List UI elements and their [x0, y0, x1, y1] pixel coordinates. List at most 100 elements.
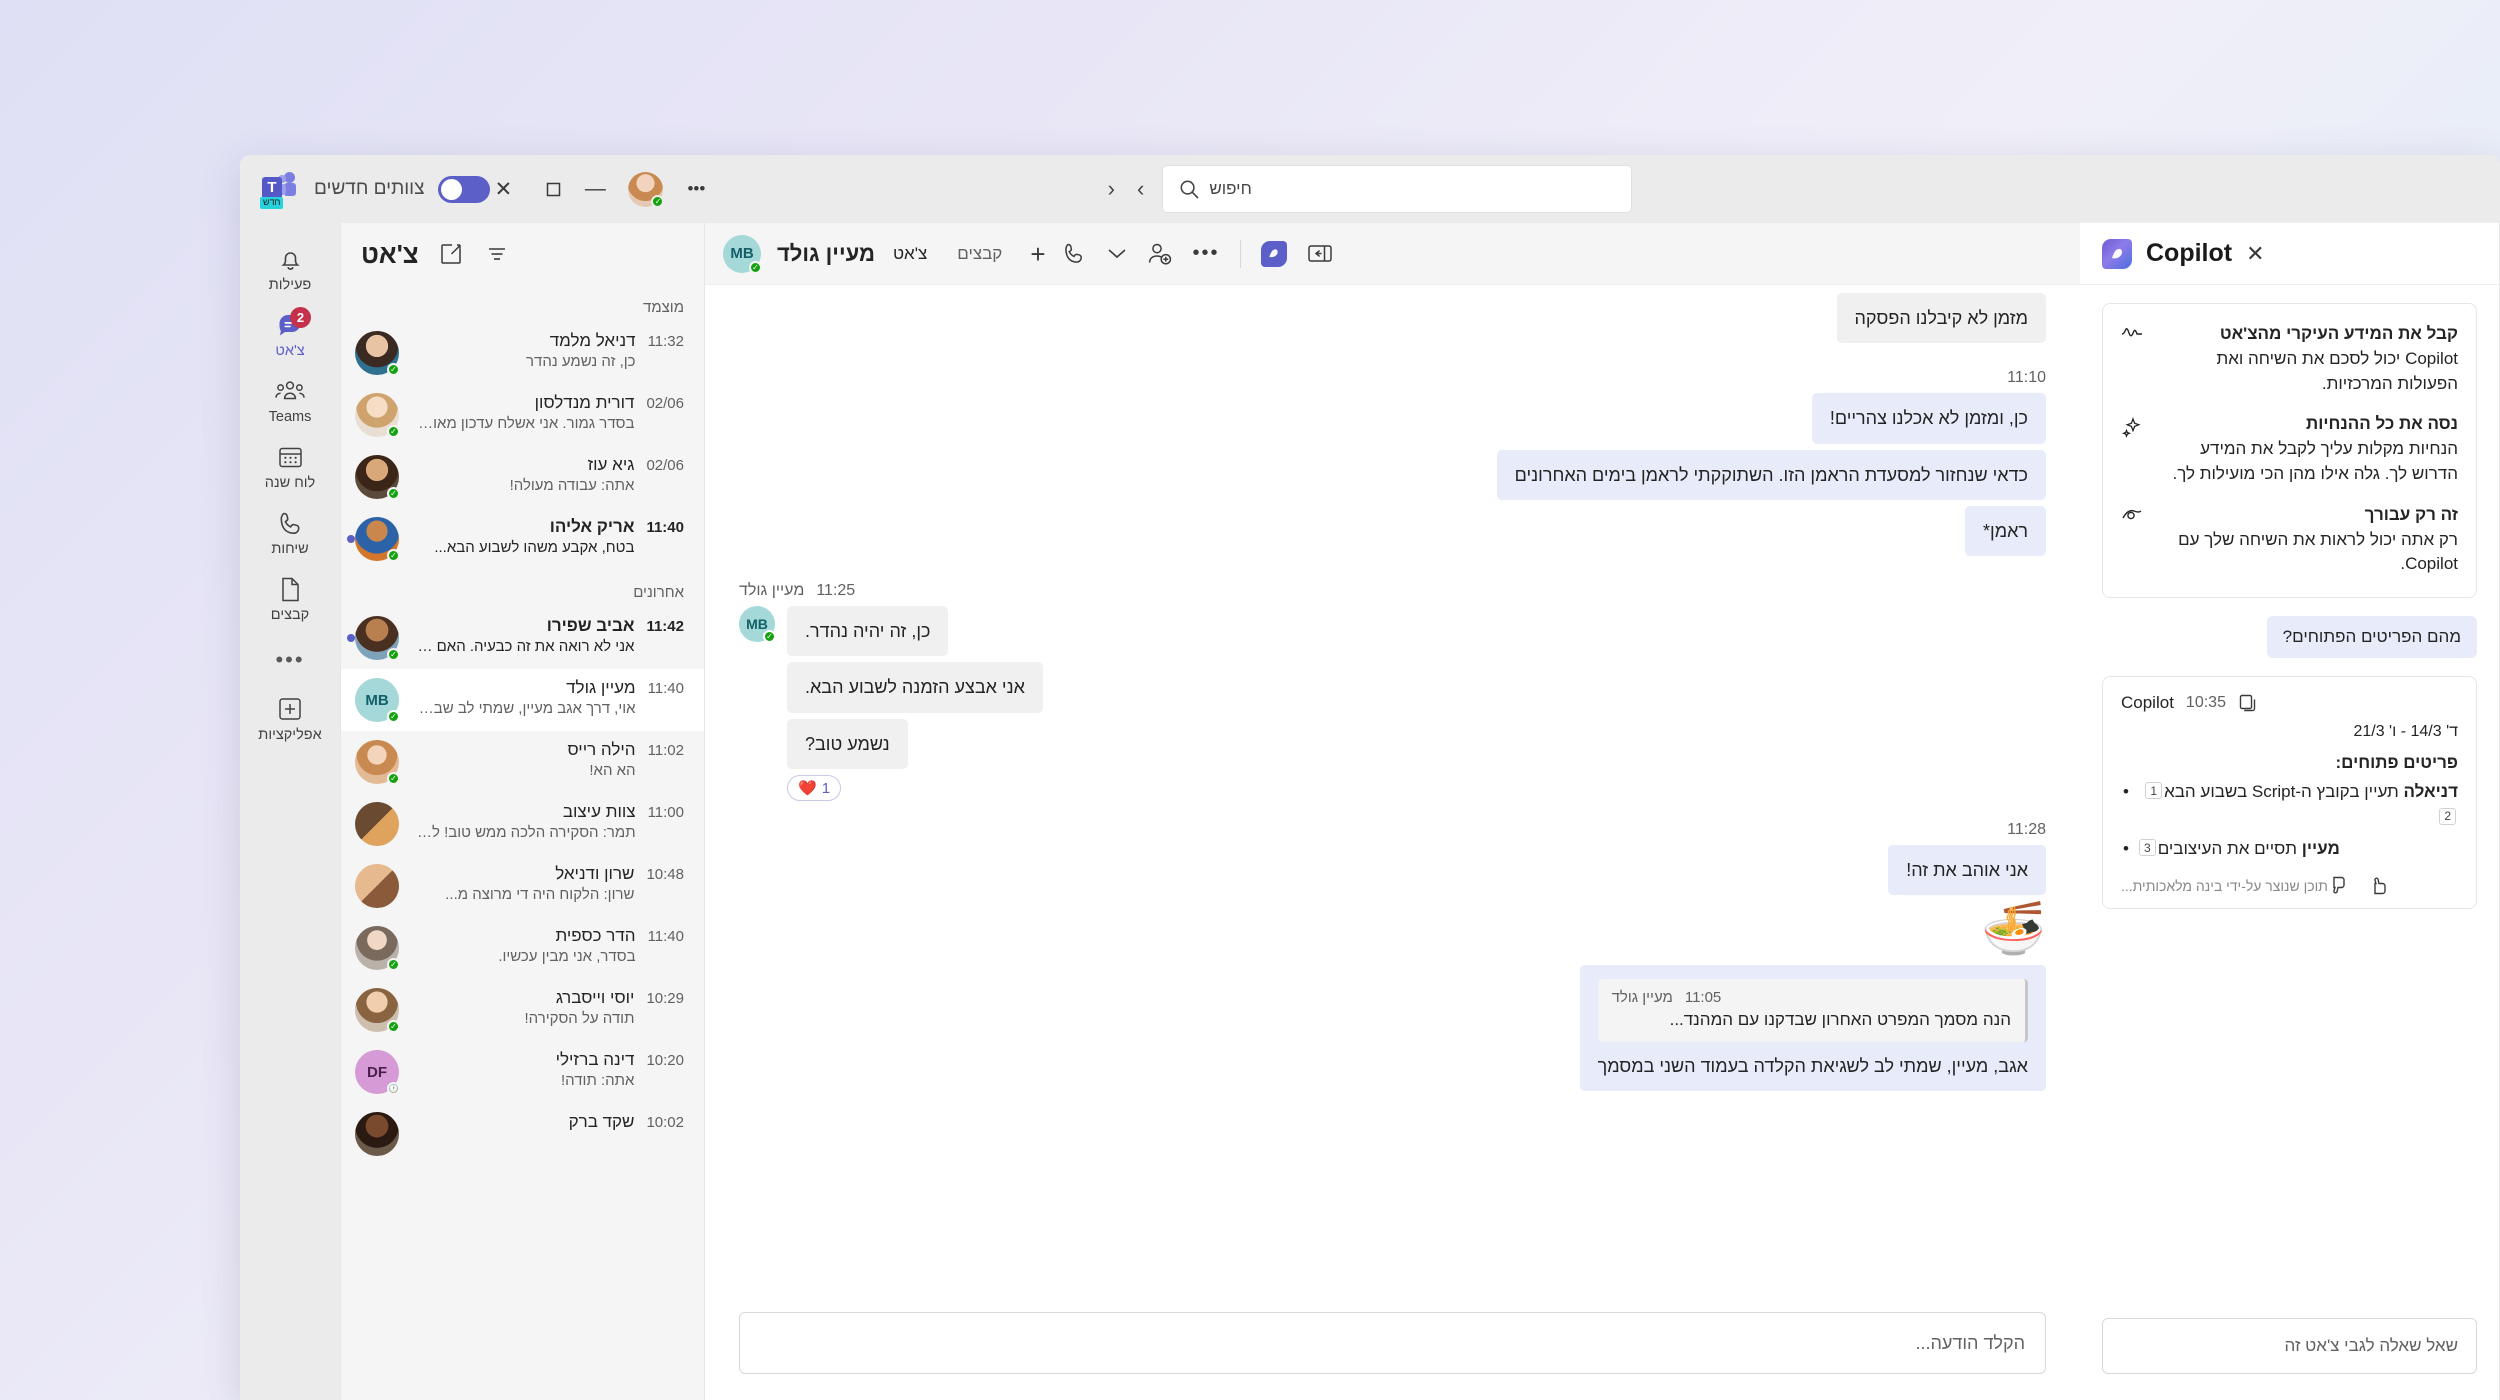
sidebar-label: פעילות [268, 277, 312, 293]
chat-list-item[interactable]: שקד ברק 10:02 [341, 1103, 704, 1165]
chat-list-item[interactable]: ✓ אריק אליהו בטח, אקבע משהו לשבוע הבא...… [341, 508, 704, 570]
tab-files[interactable]: קבצים [955, 240, 1004, 268]
chat-list-item[interactable]: ✓ יוסי וייסברג תודה על הסקירה! 10:29 [341, 979, 704, 1041]
avatar: ✓ [355, 517, 400, 562]
message-input[interactable]: הקלד הודעה... [739, 1312, 2046, 1374]
copilot-body: קבל את המידע העיקרי מהצ'אט Copilot יכול … [2080, 285, 2499, 1304]
citation-badge[interactable]: 2 [2439, 807, 2456, 825]
call-icon[interactable] [1062, 241, 1087, 266]
new-teams-toggle[interactable] [438, 175, 491, 203]
copilot-tip: נסה את כל ההנחיות הנחיות מקלות עליך לקבל… [2121, 414, 2458, 486]
new-chat-icon[interactable] [439, 242, 463, 266]
chat-time: 11:00 [647, 804, 684, 821]
chat-list-item[interactable]: ✓ הדר כספית בסדר, אני מבין עכשיו. 11:40 [341, 917, 704, 979]
copy-icon[interactable] [2238, 693, 2258, 713]
chat-preview: בטח, אקבע משהו לשבוע הבא... [434, 539, 635, 556]
reaction-count: 1 [821, 779, 831, 797]
chat-list-item[interactable]: שרון ודניאל שרון: הלקוח היה די מרוצה מ..… [341, 855, 704, 917]
titlebar-more-button[interactable]: ••• [683, 179, 709, 199]
back-icon[interactable]: ‹ [1108, 176, 1115, 202]
bullet-icon: • [2123, 838, 2129, 858]
citation-badge[interactable]: 3 [2139, 839, 2156, 857]
sidebar-label: Teams [268, 409, 312, 425]
add-tab-button[interactable]: + [1030, 241, 1045, 267]
expand-panel-icon[interactable] [1307, 243, 1333, 264]
thumbs-down-icon[interactable] [2328, 875, 2349, 896]
my-avatar[interactable]: ✓ [628, 171, 665, 208]
chat-preview: תודה על הסקירה! [524, 1010, 635, 1027]
message-row: אני אוהב את זה! [739, 845, 2046, 896]
ramen-emoji-icon: 🍜 [1981, 900, 2046, 959]
chat-list-item-selected[interactable]: MB ✓ מעיין גולד אוי, דרך אגב מעיין, שמתי… [341, 669, 704, 731]
copilot-input[interactable]: שאל שאלה לגבי צ'אט זה [2102, 1318, 2477, 1374]
chat-list-item[interactable]: ✓ הילה רייס הא הא! 11:02 [341, 731, 704, 793]
filter-icon[interactable] [485, 242, 509, 266]
sidebar-item-teams[interactable]: Teams [247, 367, 333, 431]
forward-icon[interactable]: › [1137, 176, 1144, 202]
chat-name: אביב שפירו [546, 616, 635, 635]
chat-list-item[interactable]: צוות עיצוב תמר: הסקירה הלכה ממש טוב! לא … [341, 793, 704, 855]
close-window-button[interactable]: ✕ [490, 177, 516, 202]
chat-name: שרון ודניאל [555, 864, 635, 883]
chat-list-item[interactable]: ✓ גיא עוז אתה: עבודה מעולה! 02/06 [341, 446, 704, 508]
chat-time: 11:42 [646, 618, 684, 635]
tab-chat[interactable]: צ'אט [891, 240, 929, 268]
message-group-incoming: 11:10 כן, ומזמן לא אכלנו צהריים! כדאי שנ… [739, 369, 2046, 562]
reaction-badge[interactable]: ❤️ 1 [787, 775, 842, 802]
chat-list-item[interactable]: DF 🕐 דינה ברזילי אתה: תודה! 10:20 [341, 1041, 704, 1103]
group-avatar [355, 864, 399, 908]
chat-time: 10:48 [646, 866, 684, 883]
conversation-tabs: צ'אט קבצים + [891, 240, 1046, 268]
sidebar-item-chat[interactable]: 2 צ'אט [247, 301, 333, 365]
chat-list-item[interactable]: ✓ דניאל מלמד כן, זה נשמע נהדר 11:32 [341, 322, 704, 384]
sidebar-item-apps[interactable]: אפליקציות [247, 685, 333, 749]
avatar: ✓ [355, 926, 400, 971]
calendar-icon [275, 442, 305, 472]
chat-name: שקד ברק [568, 1112, 635, 1131]
thumbs-up-icon[interactable] [2369, 875, 2390, 896]
copilot-tip-heading: קבל את המידע העיקרי מהצ'אט [2219, 324, 2458, 343]
message-row: כדאי שנחזור למסעדת הראמן הזו. השתוקקתי ל… [739, 449, 2046, 500]
sidebar-item-activity[interactable]: פעילות [247, 235, 333, 299]
presence-available-badge: ✓ [387, 425, 400, 438]
conversation-header: MB ✓ מעיין גולד צ'אט קבצים + ••• [705, 223, 2080, 285]
copilot-item-person: מעיין [2301, 838, 2340, 858]
toolbar-divider [1239, 239, 1241, 268]
more-options-icon[interactable]: ••• [1193, 242, 1220, 265]
maximize-window-button[interactable] [536, 181, 562, 198]
presence-available-badge: ✓ [387, 710, 400, 723]
chat-list-scroll[interactable]: מוצמד ✓ דניאל מלמד כן, זה נשמע נהדר 11:3… [341, 285, 704, 1400]
close-copilot-button[interactable]: ✕ [2246, 241, 2264, 267]
sidebar-more-apps-button[interactable]: ••• [275, 631, 304, 683]
avatar: ✓ [355, 331, 400, 376]
group-avatar [355, 802, 399, 846]
chevron-down-icon[interactable] [1107, 247, 1127, 260]
sidebar-item-files[interactable]: קבצים [247, 565, 333, 629]
outgoing-avatar: MB ✓ [739, 606, 776, 644]
message-list[interactable]: מזמן לא קיבלנו הפסקה 11:10 כן, ומזמן לא … [705, 285, 2080, 1298]
add-people-icon[interactable] [1147, 242, 1173, 266]
chat-time: 02/06 [646, 395, 684, 412]
presence-away-badge: 🕐 [387, 1082, 400, 1095]
sidebar-label: שיחות [271, 541, 309, 557]
sidebar-item-calls[interactable]: שיחות [247, 499, 333, 563]
chat-bubble-icon: 2 [275, 307, 311, 340]
chat-preview: תמר: הסקירה הלכה ממש טוב! לא יכול ... [411, 824, 636, 841]
sidebar-label: קבצים [270, 607, 310, 623]
copilot-composer: שאל שאלה לגבי צ'אט זה [2080, 1304, 2499, 1400]
citation-badge[interactable]: 1 [2145, 782, 2163, 800]
copilot-answer-item: • מעיין תסיים את העיצובים3 [2121, 836, 2458, 862]
quoted-message[interactable]: מעיין גולד 11:05 הנה מסמך המפרט האחרון ש… [1597, 978, 2028, 1042]
chat-list-item[interactable]: ✓ אביב שפירו אני לא רואה את זה כבעיה. הא… [341, 607, 704, 669]
copilot-panel: Copilot ✕ קבל את המידע העיקרי מהצ'אט Cop… [2080, 223, 2500, 1400]
minimize-window-button[interactable]: — [582, 177, 608, 201]
avatar-initials: DF [367, 1063, 387, 1081]
avatar: ✓ [355, 988, 400, 1033]
sidebar-label: לוח שנה [264, 475, 316, 491]
sidebar-item-calendar[interactable]: לוח שנה [247, 433, 333, 497]
copilot-icon[interactable] [1260, 240, 1287, 267]
search-input[interactable]: חיפוש [1162, 165, 1633, 213]
chat-name: גיא עוז [587, 455, 635, 474]
conversation-avatar: MB ✓ [723, 234, 762, 274]
chat-list-item[interactable]: ✓ דורית מנדלסון בסדר גמור. אני אשלח עדכו… [341, 384, 704, 446]
